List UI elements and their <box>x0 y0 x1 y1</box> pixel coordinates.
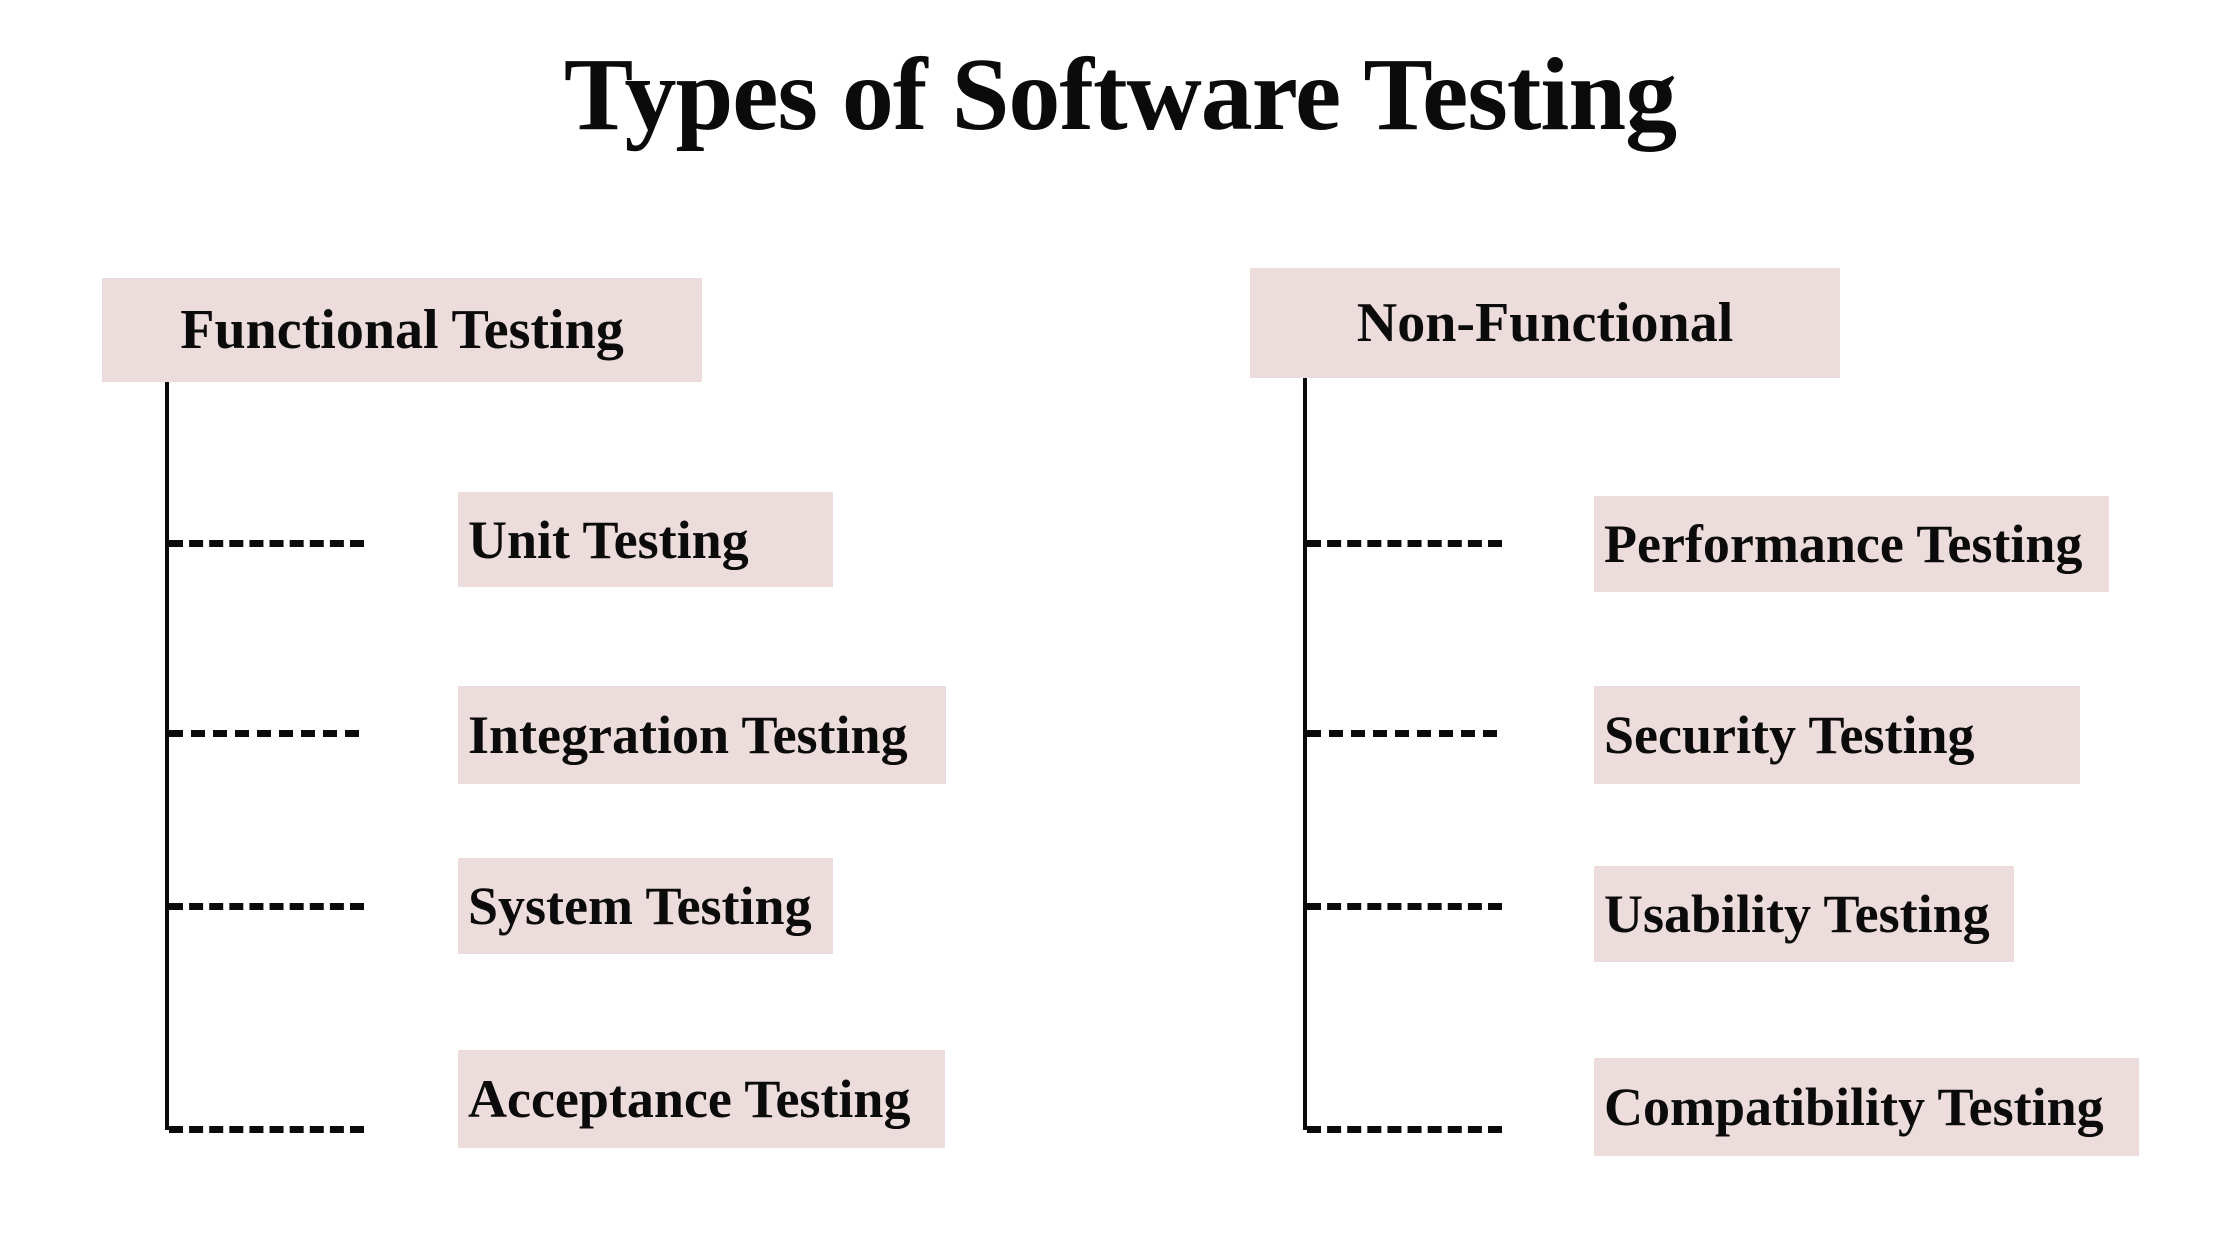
leaf-performance-testing[interactable]: Performance Testing <box>1594 496 2109 592</box>
branch-spine-functional <box>165 382 169 1130</box>
leaf-performance-testing-label: Performance Testing <box>1604 514 2083 574</box>
connector-non-functional-4 <box>1307 1126 1502 1133</box>
branch-header-non-functional-label: Non-Functional <box>1356 292 1734 354</box>
leaf-integration-testing[interactable]: Integration Testing <box>458 686 946 784</box>
branch-header-non-functional[interactable]: Non-Functional <box>1250 268 1840 378</box>
page-title: Types of Software Testing <box>563 37 1677 152</box>
connector-non-functional-2 <box>1307 730 1497 737</box>
leaf-system-testing[interactable]: System Testing <box>458 858 833 954</box>
leaf-compatibility-testing[interactable]: Compatibility Testing <box>1594 1058 2139 1156</box>
connector-functional-3 <box>169 903 364 910</box>
leaf-compatibility-testing-label: Compatibility Testing <box>1604 1077 2104 1137</box>
branch-header-functional[interactable]: Functional Testing <box>102 278 702 382</box>
leaf-security-testing-label: Security Testing <box>1604 705 1975 765</box>
leaf-acceptance-testing[interactable]: Acceptance Testing <box>458 1050 945 1148</box>
connector-functional-1 <box>169 540 364 547</box>
leaf-security-testing[interactable]: Security Testing <box>1594 686 2080 784</box>
leaf-acceptance-testing-label: Acceptance Testing <box>468 1069 911 1129</box>
leaf-usability-testing-label: Usability Testing <box>1604 884 1990 944</box>
leaf-system-testing-label: System Testing <box>468 876 812 936</box>
connector-non-functional-3 <box>1307 903 1502 910</box>
branch-spine-non-functional <box>1303 378 1307 1130</box>
leaf-unit-testing[interactable]: Unit Testing <box>458 492 833 587</box>
leaf-usability-testing[interactable]: Usability Testing <box>1594 866 2014 962</box>
connector-functional-4 <box>169 1126 364 1133</box>
leaf-unit-testing-label: Unit Testing <box>468 509 749 570</box>
leaf-integration-testing-label: Integration Testing <box>468 705 908 765</box>
connector-non-functional-1 <box>1307 540 1502 547</box>
diagram-canvas: Types of Software Testing Functional Tes… <box>0 0 2240 1260</box>
branch-header-functional-label: Functional Testing <box>180 299 624 361</box>
connector-functional-2 <box>169 730 359 737</box>
